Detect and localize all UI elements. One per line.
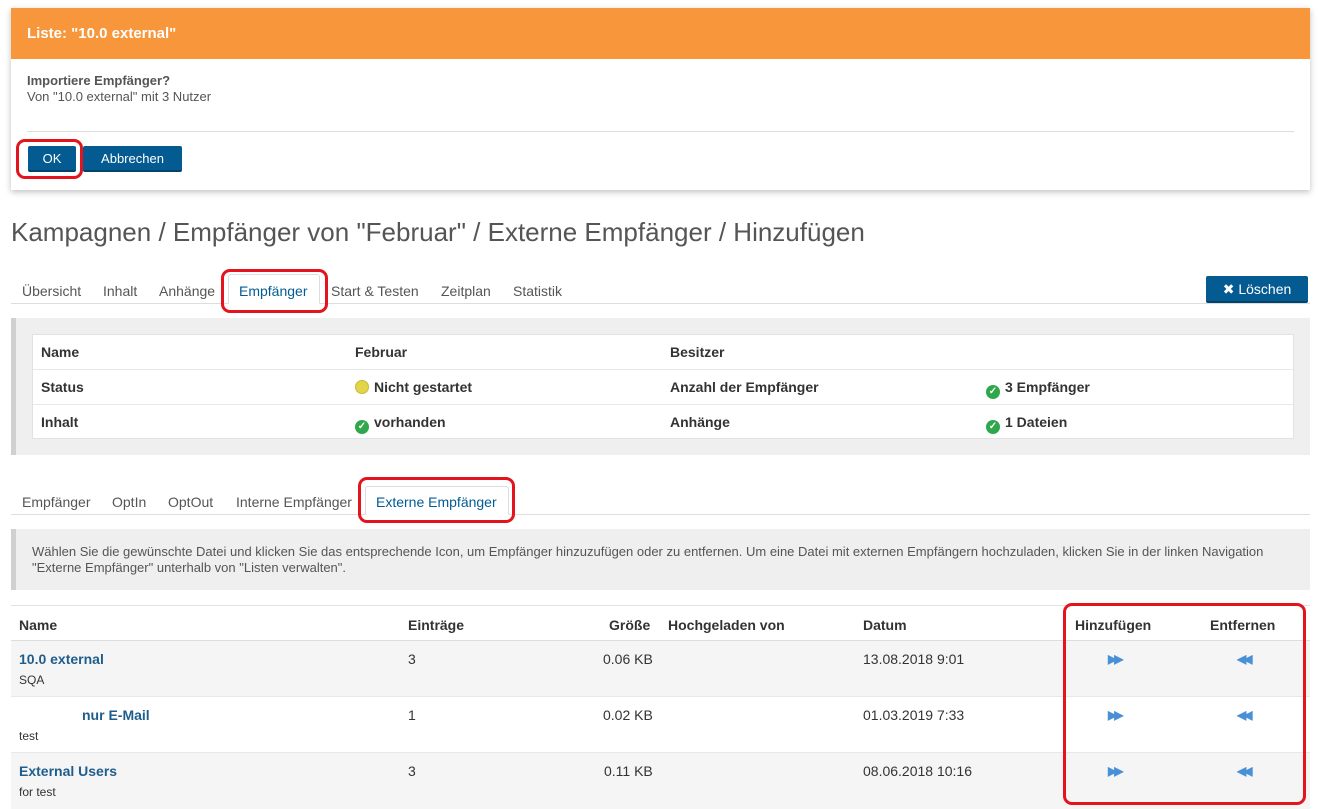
fast-forward-icon[interactable]: ▶▶ (1108, 708, 1124, 722)
check-circle-icon: ✓ (355, 420, 369, 434)
x-icon: ✖ (1222, 281, 1235, 297)
subtab-optin[interactable]: OptIn (112, 494, 146, 510)
table-row: nur E-Mail test 1 0.02 KB 01.03.2019 7:3… (11, 697, 1310, 753)
tab-attachments[interactable]: Anhänge (159, 283, 215, 299)
tab-statistics[interactable]: Statistik (513, 283, 562, 299)
cancel-button[interactable]: Abbrechen (83, 146, 182, 172)
import-dialog: Liste: "10.0 external" Importiere Empfän… (11, 8, 1310, 190)
help-text: Wählen Sie die gewünschte Datei und klic… (11, 529, 1310, 590)
tab-schedule[interactable]: Zeitplan (441, 283, 491, 299)
subtab-recipients[interactable]: Empfänger (22, 494, 90, 510)
status-value: Nicht gestartet (374, 379, 473, 395)
campaign-name: Februar (355, 344, 408, 360)
tab-recipients[interactable]: Empfänger (239, 283, 307, 299)
content-value: vorhanden (374, 414, 446, 430)
table-row: External Users for test 3 0.11 KB 08.06.… (11, 753, 1310, 809)
rewind-icon[interactable]: ◀◀ (1237, 708, 1253, 722)
fast-forward-icon[interactable]: ▶▶ (1108, 652, 1124, 666)
rewind-icon[interactable]: ◀◀ (1237, 764, 1253, 778)
list-name-link[interactable]: nur E-Mail (82, 707, 150, 723)
recipient-count: 3 Empfänger (1005, 379, 1090, 395)
check-circle-icon: ✓ (986, 385, 1000, 399)
check-circle-icon: ✓ (986, 420, 1000, 434)
dialog-divider (27, 131, 1294, 132)
yellow-dot-icon (355, 380, 369, 394)
attachments-value: 1 Dateien (1005, 414, 1068, 430)
campaign-info-table: Name Februar Besitzer Status Nicht gesta… (32, 334, 1294, 439)
dialog-detail: Von "10.0 external" mit 3 Nutzer (27, 89, 212, 104)
subtab-external[interactable]: Externe Empfänger (376, 494, 497, 510)
rewind-icon[interactable]: ◀◀ (1237, 652, 1253, 666)
main-tabs: Übersicht Inhalt Anhänge Empfänger Start… (0, 269, 1318, 313)
subtab-internal[interactable]: Interne Empfänger (236, 494, 352, 510)
dialog-title: Liste: "10.0 external" (11, 8, 1310, 59)
sub-tabs: Empfänger OptIn OptOut Interne Empfänger… (0, 477, 1318, 523)
page-title: Kampagnen / Empfänger von "Februar" / Ex… (11, 217, 865, 247)
list-name-link[interactable]: 10.0 external (19, 651, 104, 667)
table-row: 10.0 external SQA 3 0.06 KB 13.08.2018 9… (11, 641, 1310, 697)
tab-content[interactable]: Inhalt (103, 283, 137, 299)
tab-overview[interactable]: Übersicht (22, 283, 81, 299)
fast-forward-icon[interactable]: ▶▶ (1108, 764, 1124, 778)
tab-start-test[interactable]: Start & Testen (331, 283, 419, 299)
subtab-optout[interactable]: OptOut (168, 494, 213, 510)
list-name-link[interactable]: External Users (19, 763, 117, 779)
delete-button[interactable]: ✖ Löschen (1206, 276, 1308, 303)
dialog-question: Importiere Empfänger? (27, 73, 171, 88)
external-lists-table: Name Einträge Größe Hochgeladen von Datu… (11, 603, 1310, 809)
ok-button[interactable]: OK (28, 146, 76, 172)
